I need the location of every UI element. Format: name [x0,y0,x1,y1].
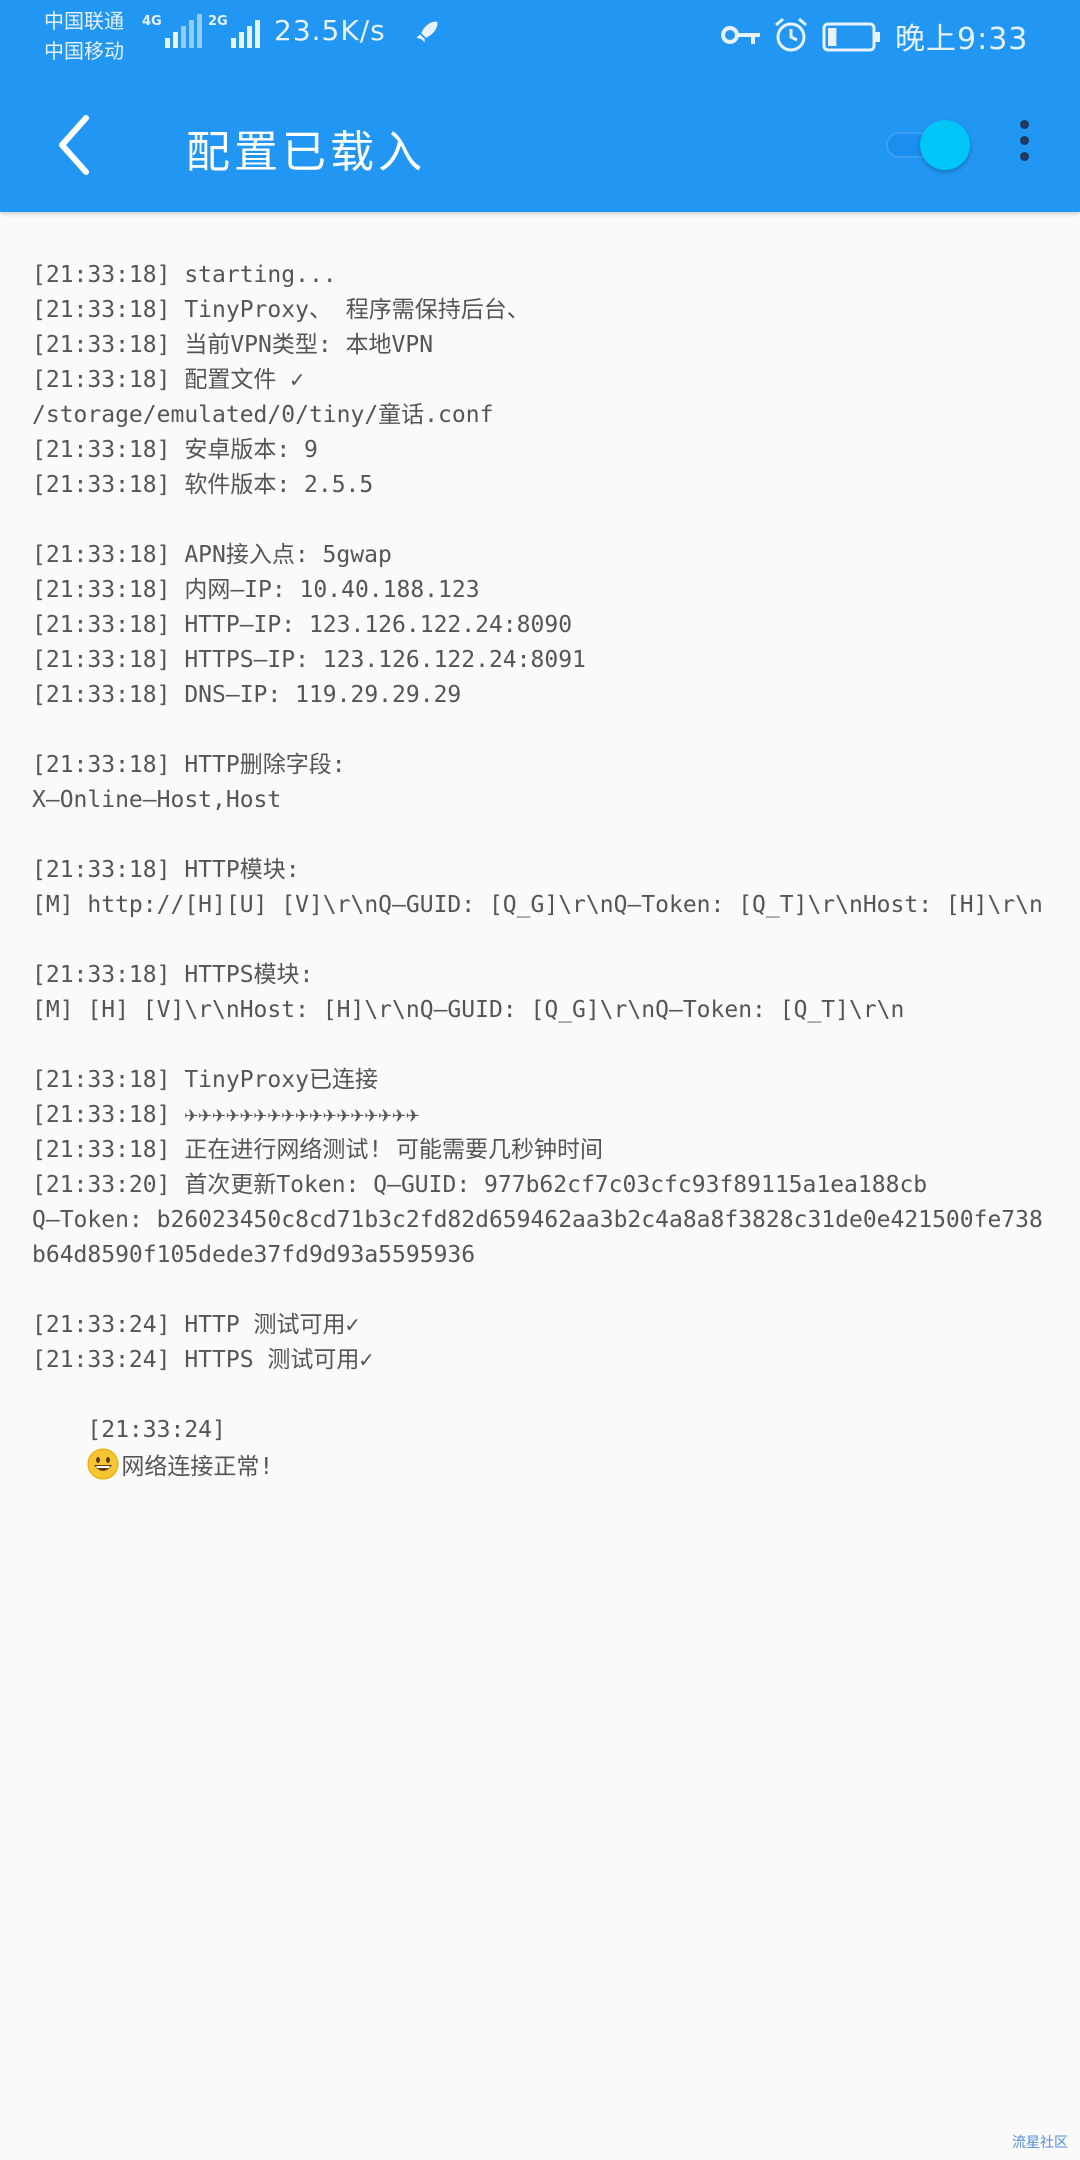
log-line-final: [21:33:24] 网络连接正常! [32,1378,1062,1520]
log-line: [21:33:18] 当前VPN类型: 本地VPN [32,332,434,358]
log-line: [21:33:18] starting... [32,262,337,288]
log-line: [21:33:18] HTTP删除字段: [32,752,346,778]
app-header: 中国联通 中国移动 4G 2G 23.5K/s 晚上9:33 配置已载入 [0,0,1080,212]
carrier-1: 中国联通 [44,9,124,33]
back-arrow-icon[interactable] [50,110,100,180]
log-line: [21:33:18] TinyProxy、 程序需保持后台、 [32,297,530,323]
sim1-network-type: 4G [142,14,162,29]
more-vertical-icon[interactable] [1014,120,1034,170]
log-line: [21:33:18] 软件版本: 2.5.5 [32,472,374,498]
log-line: [21:33:18] 配置文件 ✓ [32,367,305,393]
log-line: [21:33:18] HTTP—IP: 123.126.122.24:8090 [32,612,573,638]
status-bar: 中国联通 中国移动 4G 2G 23.5K/s 晚上9:33 [0,0,1080,72]
log-line: [M] [H] [V]\r\nHost: [H]\r\nQ—GUID: [Q_G… [32,997,905,1023]
sim2-network-type: 2G [208,14,228,29]
log-line: [21:33:24] HTTPS 测试可用✓ [32,1347,374,1373]
log-line: [21:33:18] TinyProxy已连接 [32,1067,378,1093]
log-line: X—Online—Host,Host [32,787,282,813]
page-title: 配置已载入 [186,127,426,178]
log-spacer [32,923,1062,958]
rocket-icon [416,21,438,43]
log-spacer [32,818,1062,853]
log-line: [21:33:18] APN接入点: 5gwap [32,542,392,568]
log-line: /storage/emulated/0/tiny/童话.conf [32,402,494,428]
carrier-labels: 中国联通 中国移动 [44,6,124,66]
log-output: [21:33:18] starting... [21:33:18] TinyPro… [32,258,1062,1520]
carrier-2: 中国移动 [44,39,124,63]
log-line: Q—Token: b26023450c8cd71b3c2fd82d659462a… [32,1207,1043,1233]
log-line: [21:33:18] 正在进行网络测试! 可能需要几秒钟时间 [32,1137,604,1163]
vpn-toggle[interactable] [884,120,972,170]
log-line: [21:33:18] DNS—IP: 119.29.29.29 [32,682,462,708]
grinning-face-emoji-icon [87,1448,119,1480]
log-line: [21:33:18] 内网—IP: 10.40.188.123 [32,577,480,603]
log-line: [M] http://[H][U] [V]\r\nQ—GUID: [Q_G]\r… [32,892,1043,918]
log-line: [21:33:18] HTTPS—IP: 123.126.122.24:8091 [32,647,586,673]
sim1-signal-icon: 4G [142,14,205,48]
log-line: [21:33:18] 安卓版本: 9 [32,437,318,463]
log-line: [21:33:24] HTTP 测试可用✓ [32,1312,360,1338]
log-line: [21:33:20] 首次更新Token: Q—GUID: 977b62cf7c… [32,1172,928,1198]
network-speed: 23.5K/s [274,14,386,47]
log-spacer [32,713,1062,748]
log-line: [21:33:18] HTTP模块: [32,857,300,883]
log-spacer [32,1028,1062,1063]
log-spacer [32,503,1062,538]
key-icon [721,26,760,44]
log-line: [21:33:18] HTTPS模块: [32,962,314,988]
log-timestamp: [21:33:24] [87,1417,226,1443]
battery-icon [822,22,880,52]
log-line: b64d8590f105dede37fd9d93a5595936 [32,1242,476,1268]
watermark: 流星社区 [1012,2135,1068,2151]
log-spacer [32,1273,1062,1308]
toggle-thumb [920,120,970,170]
clock: 晚上9:33 [895,22,1029,57]
sim2-signal-icon: 2G [208,14,263,48]
log-lines: [21:33:18] starting... [21:33:18] TinyPro… [32,258,1062,1378]
log-final-text: 网络连接正常! [121,1454,274,1480]
log-line: [21:33:18] ✈✈✈✈✈✈✈✈✈✈✈✈✈✈✈✈✈ [32,1102,420,1128]
alarm-icon [775,17,807,52]
